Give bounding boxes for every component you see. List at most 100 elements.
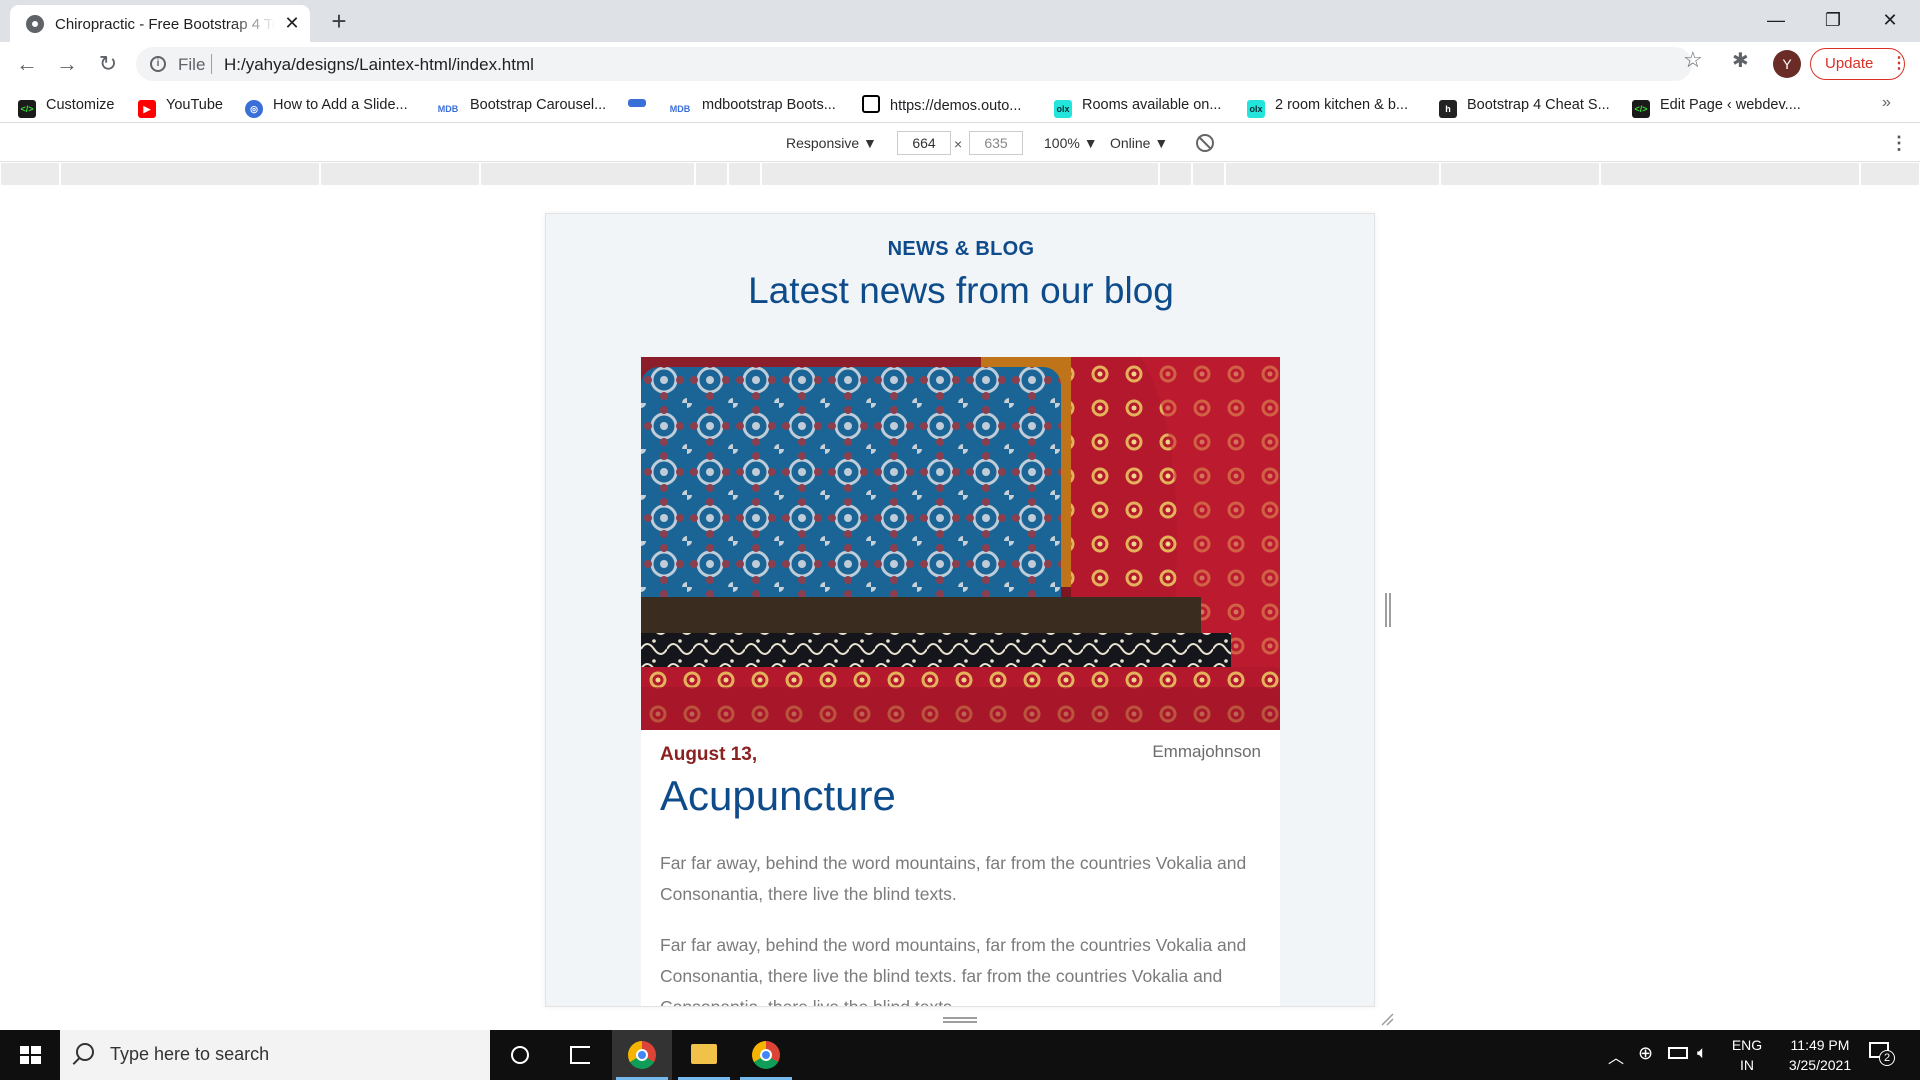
code-icon: </> — [1632, 100, 1650, 118]
action-center-button[interactable]: 2 — [1868, 1040, 1895, 1066]
post-title[interactable]: Acupuncture — [660, 772, 896, 820]
cortana-button[interactable] — [490, 1030, 550, 1080]
show-hidden-icons-chevron-icon[interactable]: ︿ — [1608, 1044, 1624, 1080]
reload-icon[interactable]: ↻ — [93, 49, 123, 79]
emulated-viewport: NEWS & BLOG Latest news from our blog Au… — [545, 213, 1375, 1007]
network-globe-icon[interactable]: ⊕ — [1638, 1043, 1653, 1080]
network-throttle-select[interactable]: Online ▼ — [1110, 135, 1168, 151]
browser-tab[interactable]: Chiropractic - Free Bootstrap 4 Template… — [10, 5, 310, 42]
blog-post-card[interactable]: August 13, Emmajohnson Acupuncture Far f… — [641, 357, 1280, 1006]
youtube-icon: ▶ — [138, 100, 156, 118]
taskbar-chrome-active[interactable] — [612, 1030, 672, 1080]
ruler-segment[interactable] — [1225, 163, 1440, 185]
taskbar-chrome-second[interactable] — [736, 1030, 796, 1080]
close-window-button[interactable]: ✕ — [1867, 4, 1913, 36]
battery-icon[interactable] — [1668, 1047, 1688, 1059]
volume-icon[interactable]: 🔈︎ — [1697, 1043, 1707, 1080]
profile-avatar[interactable]: Y — [1773, 50, 1801, 78]
tab-title: Chiropractic - Free Bootstrap 4 Template — [55, 16, 275, 33]
viewport-height-input[interactable]: 635 — [969, 131, 1023, 155]
device-emulation-area: NEWS & BLOG Latest news from our blog Au… — [0, 185, 1920, 1030]
olx-icon: olx — [1054, 100, 1072, 118]
language-indicator[interactable]: ENG IN — [1727, 1035, 1767, 1075]
folder-icon — [691, 1044, 717, 1064]
forward-arrow-icon[interactable]: → — [52, 49, 82, 79]
media-query-ruler — [0, 163, 1920, 185]
search-placeholder: Type here to search — [110, 1044, 270, 1064]
bookmark-item[interactable]: </> Edit Page ‹ webdev.... — [1632, 95, 1801, 118]
globe-icon — [26, 15, 44, 33]
dimension-separator: × — [954, 136, 963, 152]
ruler-segment[interactable] — [1192, 163, 1225, 185]
extensions-puzzle-icon[interactable]: ✱ — [1732, 48, 1749, 73]
ruler-segment[interactable] — [480, 163, 695, 185]
blog-post-image[interactable] — [641, 357, 1280, 730]
task-view-icon — [570, 1046, 590, 1064]
url-text[interactable]: H:/yahya/designs/Laintex-html/index.html — [224, 55, 534, 75]
back-arrow-icon[interactable]: ← — [12, 49, 42, 79]
address-bar[interactable]: i File H:/yahya/designs/Laintex-html/ind… — [136, 47, 1692, 81]
post-date: August 13, — [660, 744, 758, 765]
bookmark-item[interactable]: h Bootstrap 4 Cheat S... — [1439, 95, 1610, 118]
bookmark-item[interactable]: </> Customize — [18, 95, 115, 118]
ruler-segment[interactable] — [320, 163, 480, 185]
bookmark-item[interactable]: ▶ YouTube — [138, 95, 223, 118]
kebab-menu-icon: ⋮ — [1891, 55, 1907, 72]
omnibox-divider — [211, 54, 212, 74]
post-author[interactable]: Emmajohnson — [1152, 742, 1261, 762]
bookmark-item[interactable] — [628, 95, 656, 115]
close-tab-icon[interactable]: ✕ — [282, 13, 302, 33]
info-icon[interactable]: i — [150, 56, 166, 72]
browser-tab-strip: Chiropractic - Free Bootstrap 4 Template… — [0, 0, 1920, 42]
ruler-segment[interactable] — [728, 163, 761, 185]
viewport-height-resize-handle[interactable] — [943, 1017, 977, 1023]
windows-start-button[interactable] — [0, 1030, 60, 1080]
section-eyebrow: NEWS & BLOG — [887, 238, 1035, 260]
ruler-segment[interactable] — [0, 163, 60, 185]
chrome-icon — [628, 1041, 656, 1069]
viewport-corner-resize-handle[interactable] — [1380, 1012, 1394, 1026]
bookmark-item[interactable]: olx Rooms available on... — [1054, 95, 1221, 118]
restore-window-button[interactable]: ❐ — [1810, 4, 1856, 36]
windows-logo-icon — [20, 1046, 41, 1064]
hackerthemes-icon: h — [1439, 100, 1457, 118]
ruler-segment[interactable] — [60, 163, 320, 185]
windows-taskbar: Type here to search ︿ ⊕ 🔈︎ ENG IN 11:49 … — [0, 1030, 1920, 1080]
taskbar-file-explorer[interactable] — [674, 1030, 734, 1080]
code-icon: </> — [18, 100, 36, 118]
bookmarks-bar: </> Customize ▶ YouTube ◎ How to Add a Slid… — [0, 87, 1920, 123]
cortana-circle-icon — [511, 1046, 529, 1064]
bookmark-item[interactable]: ◎ How to Add a Slide... — [245, 95, 408, 118]
task-view-button[interactable] — [550, 1030, 610, 1080]
olx-icon: olx — [1247, 100, 1265, 118]
ruler-segment[interactable] — [1159, 163, 1192, 185]
square-icon — [862, 95, 880, 113]
viewport-width-input[interactable]: 664 — [897, 131, 951, 155]
ruler-segment[interactable] — [695, 163, 728, 185]
ruler-segment[interactable] — [1600, 163, 1860, 185]
bookmark-item[interactable]: olx 2 room kitchen & b... — [1247, 95, 1408, 118]
zoom-select[interactable]: 100% ▼ — [1044, 135, 1098, 151]
minimize-window-button[interactable]: — — [1753, 4, 1799, 36]
rotate-icon[interactable] — [1196, 134, 1214, 152]
more-bookmarks-chevron-icon[interactable]: » — [1882, 94, 1891, 112]
bookmark-item[interactable]: https://demos.outo... — [862, 95, 1021, 115]
bookmark-item[interactable]: MDB mdbootstrap Boots... — [668, 95, 836, 115]
taskbar-search-box[interactable]: Type here to search — [60, 1030, 490, 1080]
w3schools-icon: ◎ — [245, 100, 263, 118]
device-mode-select[interactable]: Responsive ▼ — [786, 135, 877, 151]
ruler-segment[interactable] — [1440, 163, 1600, 185]
section-heading: Latest news from our blog — [748, 270, 1174, 311]
bookmark-star-icon[interactable]: ☆ — [1683, 47, 1703, 73]
browser-toolbar: ← → ↻ i File H:/yahya/designs/Laintex-ht… — [0, 42, 1920, 87]
new-tab-button[interactable]: + — [325, 7, 353, 35]
notification-count: 2 — [1879, 1050, 1895, 1066]
system-clock[interactable]: 11:49 PM 3/25/2021 — [1770, 1035, 1870, 1075]
ruler-segment[interactable] — [761, 163, 1159, 185]
bookmark-item[interactable]: MDB Bootstrap Carousel... — [436, 95, 606, 115]
viewport-width-resize-handle[interactable] — [1385, 593, 1391, 627]
update-button[interactable]: Update ⋮ — [1810, 48, 1907, 80]
ruler-segment[interactable] — [1860, 163, 1920, 185]
post-excerpt: Far far away, behind the word mountains,… — [660, 853, 1247, 904]
devtools-menu-icon[interactable]: ⋮ — [1890, 133, 1908, 154]
